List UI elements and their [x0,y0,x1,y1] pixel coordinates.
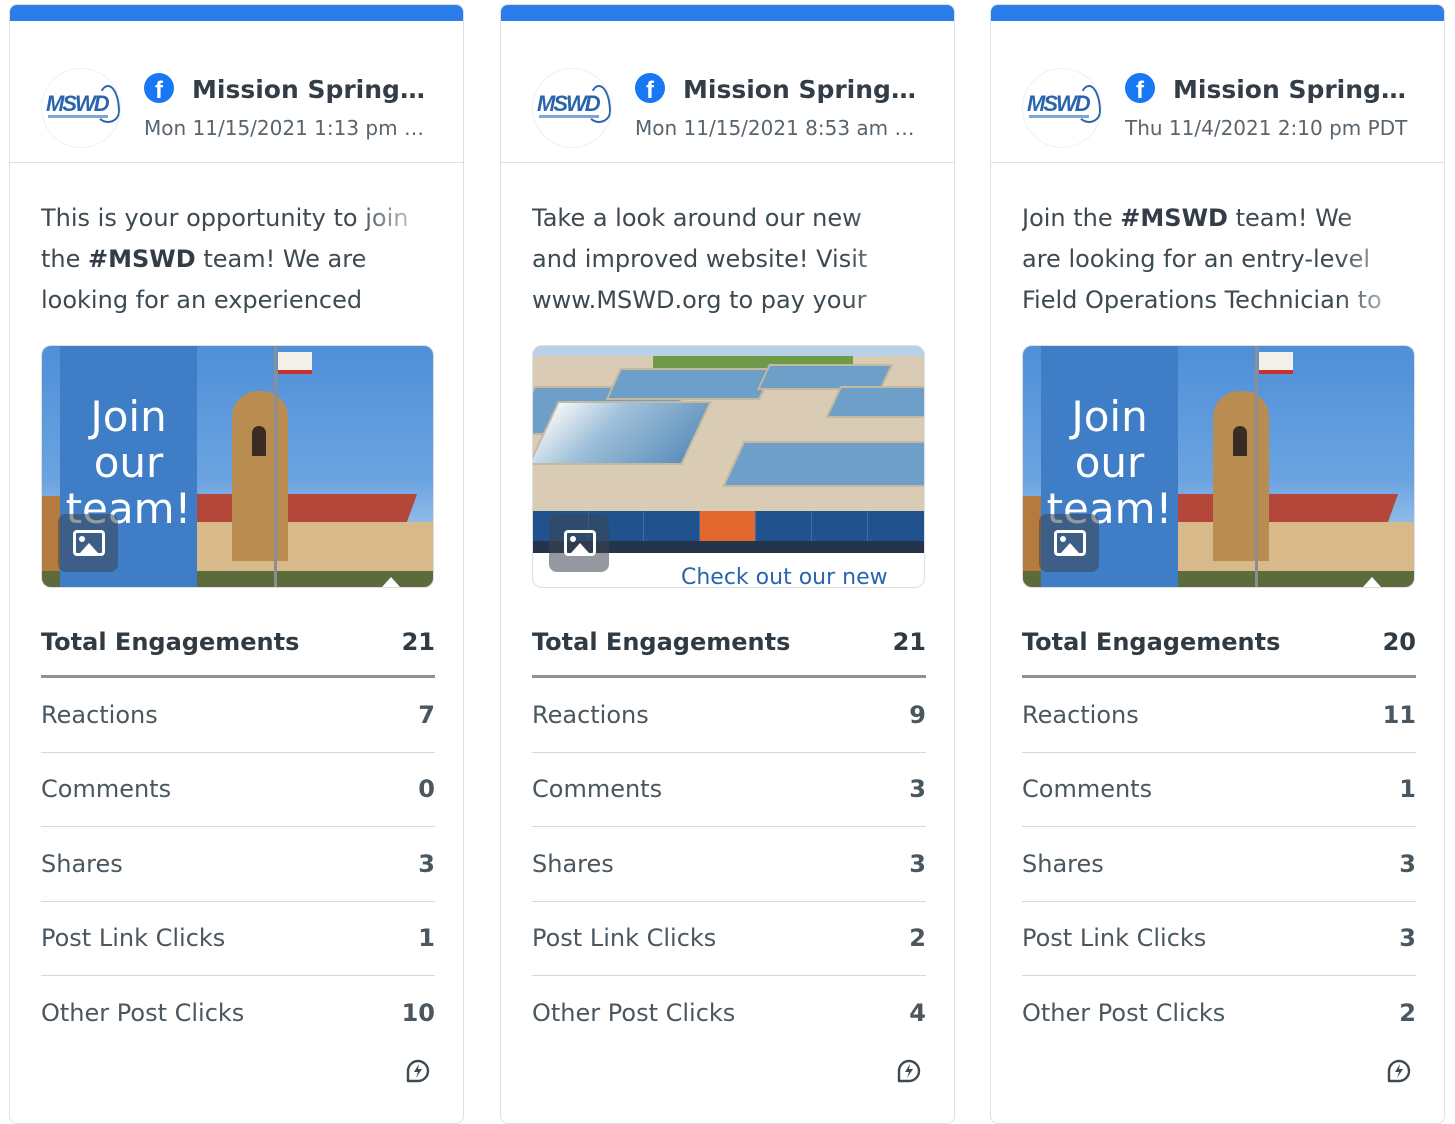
hashtag: #MSWD [88,245,196,273]
hashtag: #MSWD [1120,204,1228,232]
page-avatar[interactable]: MSWD [1022,68,1102,148]
image-type-badge [549,514,609,572]
boost-post-icon[interactable] [895,1057,923,1085]
other-post-clicks-row: Other Post Clicks 4 [532,999,926,1028]
card-header: MSWD f Mission Springs Water District Mo… [501,21,954,163]
total-engagements-row: Total Engagements 21 [41,608,435,678]
card-accent-bar [991,5,1444,21]
water-drop-icon [587,85,611,123]
image-type-badge [58,514,118,572]
water-drop-icon [96,85,120,123]
shares-row: Shares 3 [1022,827,1416,902]
comments-row: Comments 0 [41,753,435,827]
page-name[interactable]: Mission Springs Water District [192,75,437,104]
page-name[interactable]: Mission Springs Water District [1173,75,1418,104]
post-text: Take a look around our new and improved … [532,204,868,314]
metrics-table: Total Engagements 21 Reactions 7 Comments 0… [41,608,435,1051]
page-avatar[interactable]: MSWD [532,68,612,148]
post-date: Mon 11/15/2021 8:53 am PST [635,116,918,140]
post-link-clicks-row: Post Link Clicks 1 [41,902,435,976]
card-header: MSWD f Mission Springs Water District Th… [991,21,1444,163]
post-date: Mon 11/15/2021 1:13 pm PST [144,116,427,140]
caret-up-icon [382,577,400,587]
post-card[interactable]: MSWD f Mission Springs Water District Mo… [9,4,464,1124]
facebook-icon: f [144,73,174,103]
post-link-clicks-row: Post Link Clicks 2 [532,902,926,976]
shares-row: Shares 3 [41,827,435,902]
boost-post-icon[interactable] [1385,1057,1413,1085]
comments-row: Comments 3 [532,753,926,827]
post-card[interactable]: MSWD f Mission Springs Water District Mo… [500,4,955,1124]
card-header: MSWD f Mission Springs Water District Mo… [10,21,463,163]
page-avatar[interactable]: MSWD [41,68,121,148]
image-headline: Join our team! [1046,392,1173,533]
facebook-icon: f [1125,73,1155,103]
other-post-clicks-row: Other Post Clicks 10 [41,999,435,1028]
post-text: Join the #MSWD team! We are looking for … [1022,204,1382,314]
image-headline: Join our team! [65,392,192,533]
total-engagements-row: Total Engagements 20 [1022,608,1416,678]
reactions-row: Reactions 9 [532,678,926,753]
reactions-row: Reactions 11 [1022,678,1416,753]
post-image[interactable]: Check out our new [532,345,925,588]
shares-row: Shares 3 [532,827,926,902]
post-text: This is your opportunity to join the #MS… [41,204,409,314]
facebook-icon: f [635,73,665,103]
reactions-row: Reactions 7 [41,678,435,753]
card-accent-bar [501,5,954,21]
image-icon [1054,530,1086,556]
total-engagements-row: Total Engagements 21 [532,608,926,678]
image-icon [564,530,596,556]
boost-post-icon[interactable] [404,1057,432,1085]
metrics-table: Total Engagements 20 Reactions 11 Comments… [1022,608,1416,1051]
post-card[interactable]: MSWD f Mission Springs Water District Th… [990,4,1445,1124]
image-icon [73,530,105,556]
flag [278,352,312,374]
post-image[interactable]: Join our team! [41,345,434,588]
other-post-clicks-row: Other Post Clicks 2 [1022,999,1416,1028]
post-link-clicks-row: Post Link Clicks 3 [1022,902,1416,976]
metrics-table: Total Engagements 21 Reactions 9 Comments 3… [532,608,926,1051]
comments-row: Comments 1 [1022,753,1416,827]
card-accent-bar [10,5,463,21]
post-image[interactable]: Join our team! [1022,345,1415,588]
flag [1259,352,1293,374]
page-name[interactable]: Mission Springs Water District [683,75,928,104]
image-caption: Check out our new [681,565,888,588]
post-date: Thu 11/4/2021 2:10 pm PDT [1125,116,1408,140]
water-drop-icon [1077,85,1101,123]
caret-up-icon [1363,577,1381,587]
image-type-badge [1039,514,1099,572]
